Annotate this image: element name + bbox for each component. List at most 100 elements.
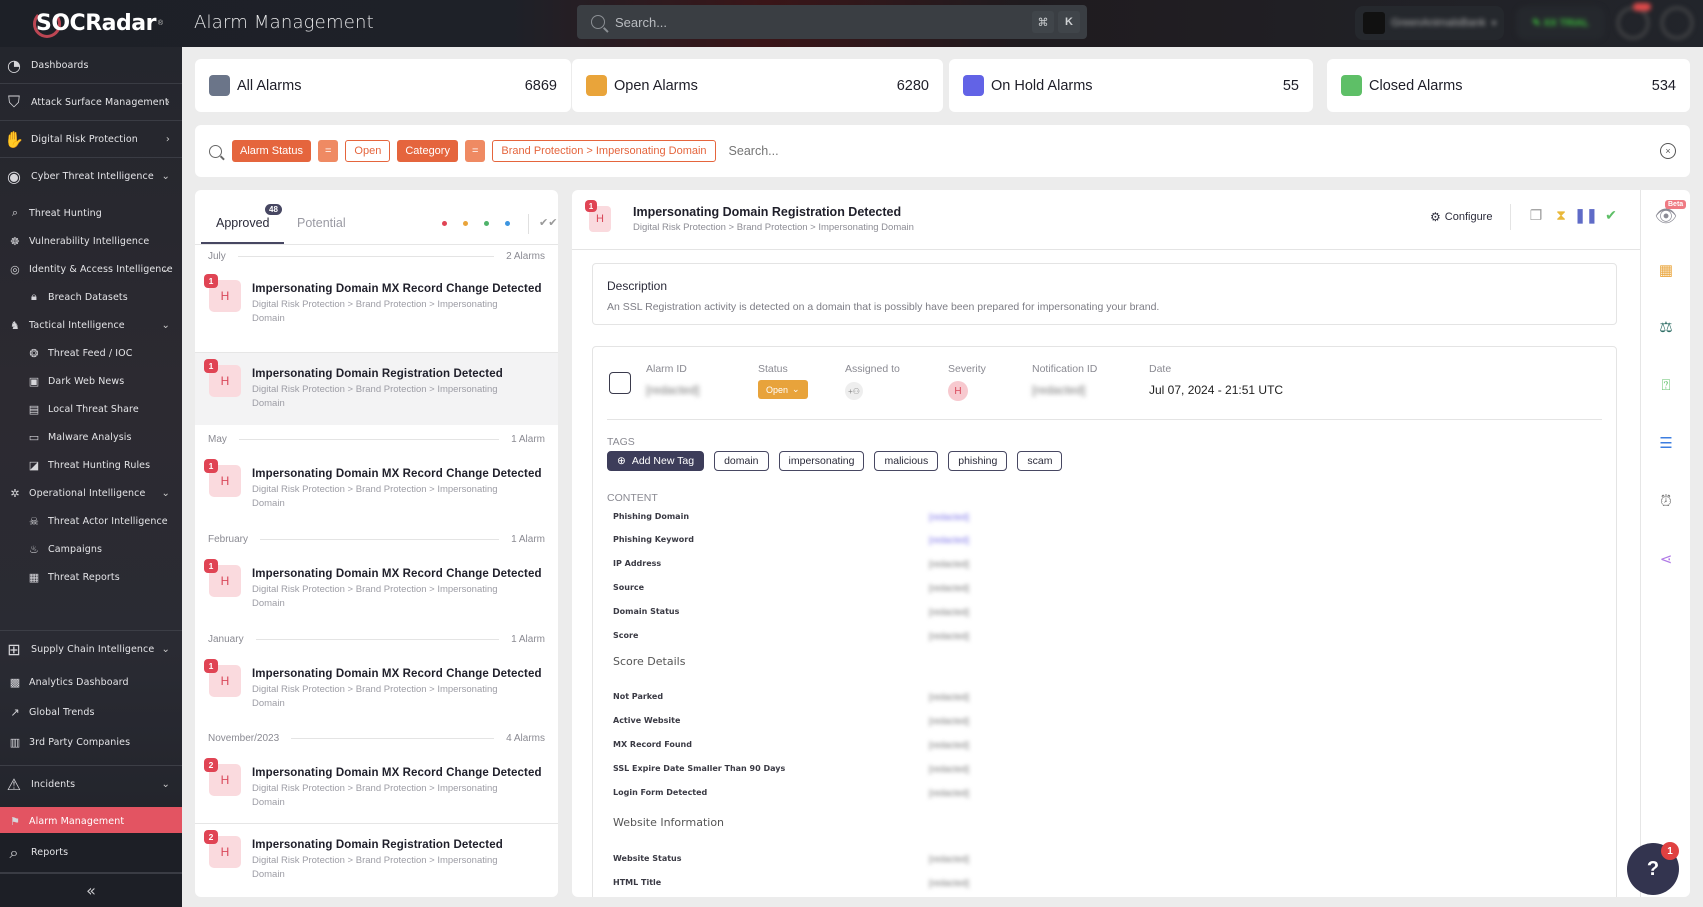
filter-search-input[interactable] [728,144,1029,158]
search-placeholder: Search... [615,14,668,30]
content-key: Phishing Keyword [613,535,694,544]
sidebar-item-local-threat-share[interactable]: ▤ Local Threat Share [0,395,182,423]
assigned-to-field: Assigned to +⚇ [845,363,900,400]
filter-key-chip[interactable]: Alarm Status [232,140,311,162]
clear-filters-icon[interactable]: × [1660,143,1676,159]
double-check-icon[interactable]: ✔✔ [539,216,557,229]
month-count: 4 Alarms [506,732,545,744]
status-dropdown[interactable]: Open ⌄ [758,380,808,399]
tab-potential[interactable]: Potential [297,216,346,230]
card-on-hold-alarms[interactable]: On Hold Alarms 55 [949,59,1313,112]
sidebar-item-global-trends[interactable]: ↗ Global Trends [0,698,182,726]
sidebar-item-threat-hunting-rules[interactable]: ◪ Threat Hunting Rules [0,451,182,479]
tab-approved[interactable]: Approved [216,216,270,230]
select-alarm-checkbox[interactable] [609,372,631,394]
filter-operator-chip[interactable]: = [317,140,339,162]
sidebar-item-incidents[interactable]: ⚠ Incidents ⌄ [0,766,182,803]
tag-chip[interactable]: impersonating [778,451,865,471]
filter-value-chip[interactable]: Brand Protection > Impersonating Domain [492,140,716,162]
alarm-id-value[interactable]: [redacted] [646,383,699,397]
sidebar-item-alarm-management[interactable]: ⚑ Alarm Management [0,807,182,835]
sidebar-item-threat-hunting[interactable]: ⌕ Threat Hunting [0,199,182,227]
filter-key-chip[interactable]: Category [397,140,458,162]
sidebar-item-operational-intelligence[interactable]: ✲ Operational Intelligence ⌄ [0,479,182,507]
sidebar-item-dark-web-news[interactable]: ▣ Dark Web News [0,367,182,395]
card-label: Open Alarms [614,77,698,94]
alarm-list-item[interactable]: H 1 Impersonating Domain MX Record Chang… [195,653,558,725]
sidebar-item-attack-surface-management[interactable]: ⛉ Attack Surface Management › [0,84,182,121]
sidebar-item-breach-datasets[interactable]: 🔒︎ Breach Datasets [0,283,182,311]
bulk-select-icon[interactable]: ❐ [1527,206,1545,224]
tag-chip[interactable]: phishing [948,451,1008,471]
notification-id-value[interactable]: [redacted] [1032,383,1097,397]
occurrence-count-badge: 2 [204,830,218,844]
alarm-list-item[interactable]: H 1 Impersonating Domain MX Record Chang… [195,553,558,625]
divider [291,737,495,739]
sidebar-item-identity-access-intelligence[interactable]: ◎ Identity & Access Intelligence ⌄ [0,255,182,283]
card-all-alarms[interactable]: All Alarms 6869 [195,59,571,112]
month-label: May [208,433,227,445]
sidebar-item-threat-actor-intelligence[interactable]: ☠ Threat Actor Intelligence [0,507,182,535]
pause-icon[interactable]: ❚❚ [1574,206,1597,224]
alarm-clock-icon[interactable]: ⏰︎ [1654,489,1678,513]
card-closed-alarms[interactable]: Closed Alarms 534 [1327,59,1690,112]
sidebar-item-digital-risk-protection[interactable]: ✋ Digital Risk Protection › [0,121,182,158]
phishing-domain-link[interactable]: [redacted] [929,512,969,522]
share-icon[interactable]: ⋖ [1654,547,1678,571]
collapse-sidebar-button[interactable]: « [0,873,182,907]
add-new-tag-button[interactable]: ⊕ Add New Tag [607,451,705,471]
severity-filter-critical-dot[interactable] [442,221,447,226]
alarm-category-path: Digital Risk Protection > Brand Protecti… [252,584,498,609]
tag-chip[interactable]: malicious [874,451,939,471]
sidebar-item-dashboards[interactable]: ◔ Dashboards [0,47,182,84]
sidebar-item-threat-feed-ioc[interactable]: ❂ Threat Feed / IOC [0,339,182,367]
hourglass-icon[interactable]: ⧗ [1552,206,1570,224]
card-open-alarms[interactable]: Open Alarms 6280 [572,59,943,112]
sidebar-item-vulnerability-intelligence[interactable]: ☸ Vulnerability Intelligence [0,227,182,255]
website-key: Website Status [613,854,682,863]
help-notification-badge: 1 [1661,842,1679,860]
bug-icon: ☸ [10,234,20,248]
global-search[interactable]: Search... ⌘ K [577,5,1087,39]
sidebar-item-campaigns[interactable]: ♨ Campaigns [0,535,182,563]
severity-filter-medium-dot[interactable] [484,221,489,226]
comments-icon[interactable]: ☰ [1654,431,1678,455]
alarm-list-item[interactable]: H 2 Impersonating Domain MX Record Chang… [195,752,558,824]
filter-value-chip[interactable]: Open [345,140,391,162]
sidebar-item-3rd-party-companies[interactable]: ▥ 3rd Party Companies [0,728,182,756]
sidebar-item-malware-analysis[interactable]: ▭ Malware Analysis [0,423,182,451]
question-chat-icon[interactable]: ⍰ [1654,373,1678,397]
alarm-list-item[interactable]: H 1 Impersonating Domain MX Record Chang… [195,453,558,525]
alarm-list-item[interactable]: H 2 Impersonating Domain Registration De… [195,824,558,896]
severity-filter-low-dot[interactable] [505,221,510,226]
field-label: Severity [948,363,986,375]
search-icon [591,15,605,29]
add-assignee-icon[interactable]: +⚇ [845,382,863,400]
sidebar-item-supply-chain-intelligence[interactable]: ⊞ Supply Chain Intelligence ⌄ [0,631,182,668]
notifications-button[interactable] [1617,3,1651,39]
check-icon[interactable]: ✔ [1602,206,1620,224]
user-menu-button[interactable] [1661,7,1693,39]
alarm-list-item[interactable]: H 1 Impersonating Domain MX Record Chang… [195,268,558,340]
sidebar-item-threat-reports[interactable]: ▦ Threat Reports [0,563,182,591]
alarm-list-item-selected[interactable]: H 1 Impersonating Domain Registration De… [195,353,558,425]
tag-chip[interactable]: scam [1017,451,1063,471]
sidebar-item-analytics-dashboard[interactable]: ▩ Analytics Dashboard [0,668,182,696]
phishing-keyword-link[interactable]: [redacted] [929,535,969,545]
tag-chip[interactable]: domain [714,451,769,471]
grid-icon[interactable]: ▦ [1654,258,1678,282]
sidebar-item-tactical-intelligence[interactable]: ♞ Tactical Intelligence ⌄ [0,311,182,339]
chevron-down-icon: ⌄ [161,644,170,655]
k-key-hint: K [1058,11,1080,33]
configure-button[interactable]: ⚙ Configure [1430,210,1492,224]
logo[interactable]: SOCRadar ® [33,8,163,38]
field-label: Date [1149,363,1172,375]
severity-filter-high-dot[interactable] [463,221,468,226]
organization-selector[interactable]: GreenAnimalsBank ▾ [1354,6,1505,40]
scales-icon[interactable]: ⚖ [1654,315,1678,339]
filter-operator-chip[interactable]: = [464,140,486,162]
sidebar-item-cyber-threat-intelligence[interactable]: ◉ Cyber Threat Intelligence ⌄ [0,158,182,195]
trial-badge[interactable]: ✎ XX TRIAL [1516,6,1605,40]
status-color-swatch [209,75,230,96]
sidebar-item-reports[interactable]: ⌕ Reports [0,833,182,873]
